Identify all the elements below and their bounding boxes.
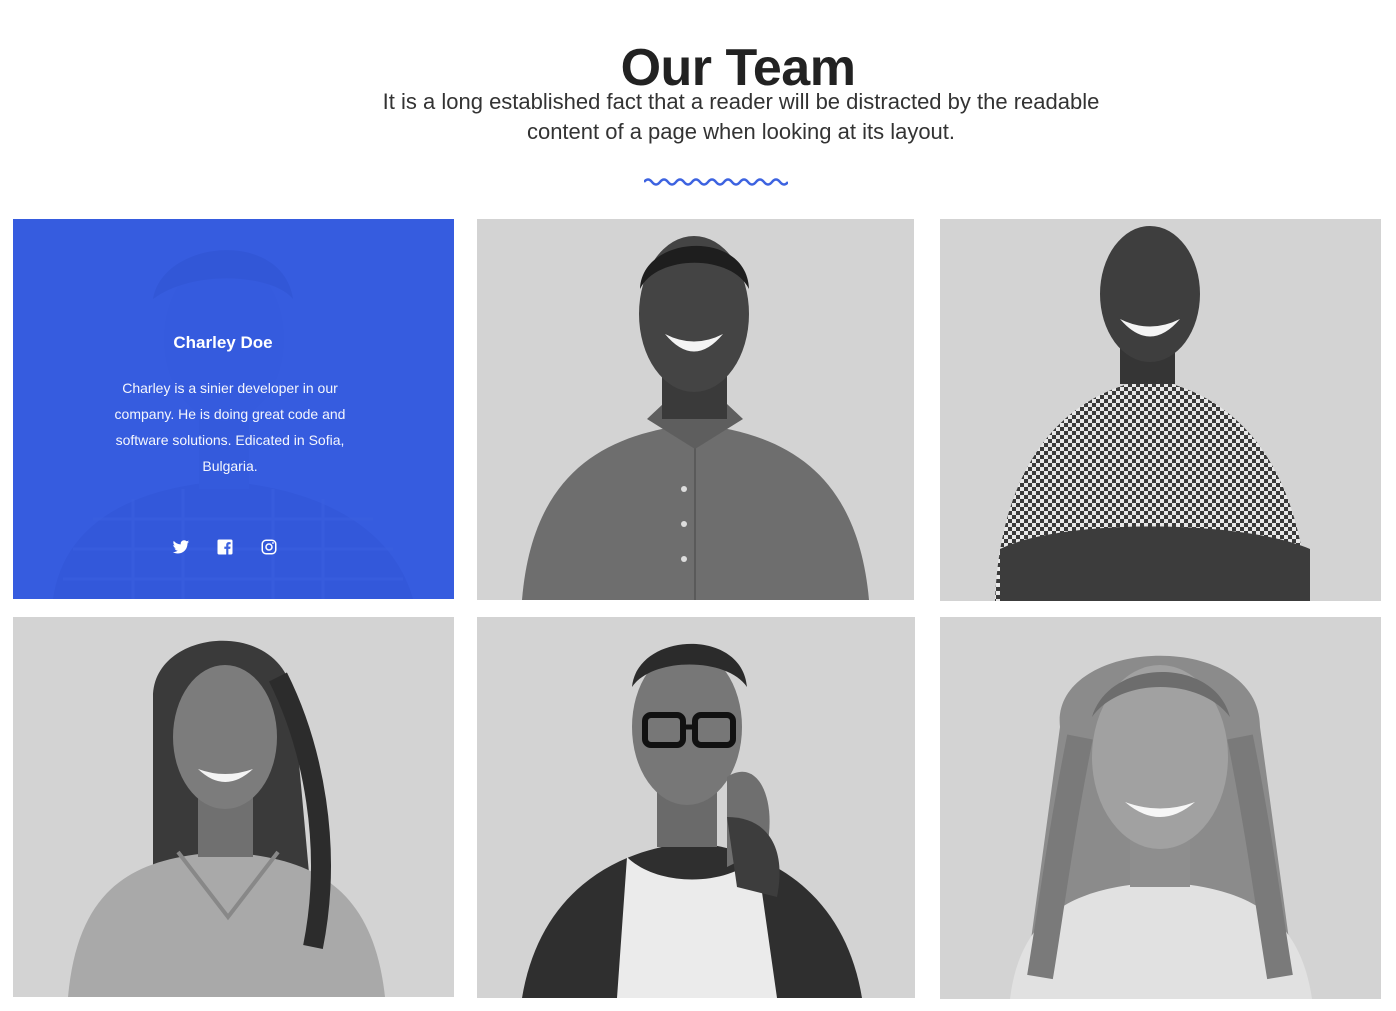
team-card-4[interactable] bbox=[13, 617, 454, 997]
team-card-5[interactable] bbox=[477, 617, 915, 998]
man-glasses-phone-photo bbox=[522, 643, 862, 998]
team-card-6[interactable] bbox=[940, 617, 1381, 999]
page-subtitle: It is a long established fact that a rea… bbox=[382, 89, 1100, 144]
team-card-2[interactable] bbox=[477, 219, 914, 600]
twitter-icon[interactable] bbox=[172, 538, 190, 556]
instagram-icon[interactable] bbox=[260, 538, 278, 556]
member-name: Charley Doe bbox=[173, 333, 273, 352]
man-button-shirt-photo bbox=[522, 236, 869, 600]
team-card-3[interactable] bbox=[940, 219, 1381, 601]
member-bio: Charley is a sinier developer in our com… bbox=[114, 380, 346, 474]
woman-smiling-photo bbox=[1010, 655, 1312, 999]
squiggle-divider bbox=[644, 178, 788, 186]
facebook-icon[interactable] bbox=[216, 538, 234, 556]
team-card-1[interactable]: Charley Doe Charley is a sinier develope… bbox=[13, 219, 454, 599]
social-links bbox=[172, 537, 292, 557]
man-checkered-shirt-photo bbox=[995, 226, 1310, 601]
woman-long-hair-photo bbox=[68, 640, 385, 997]
